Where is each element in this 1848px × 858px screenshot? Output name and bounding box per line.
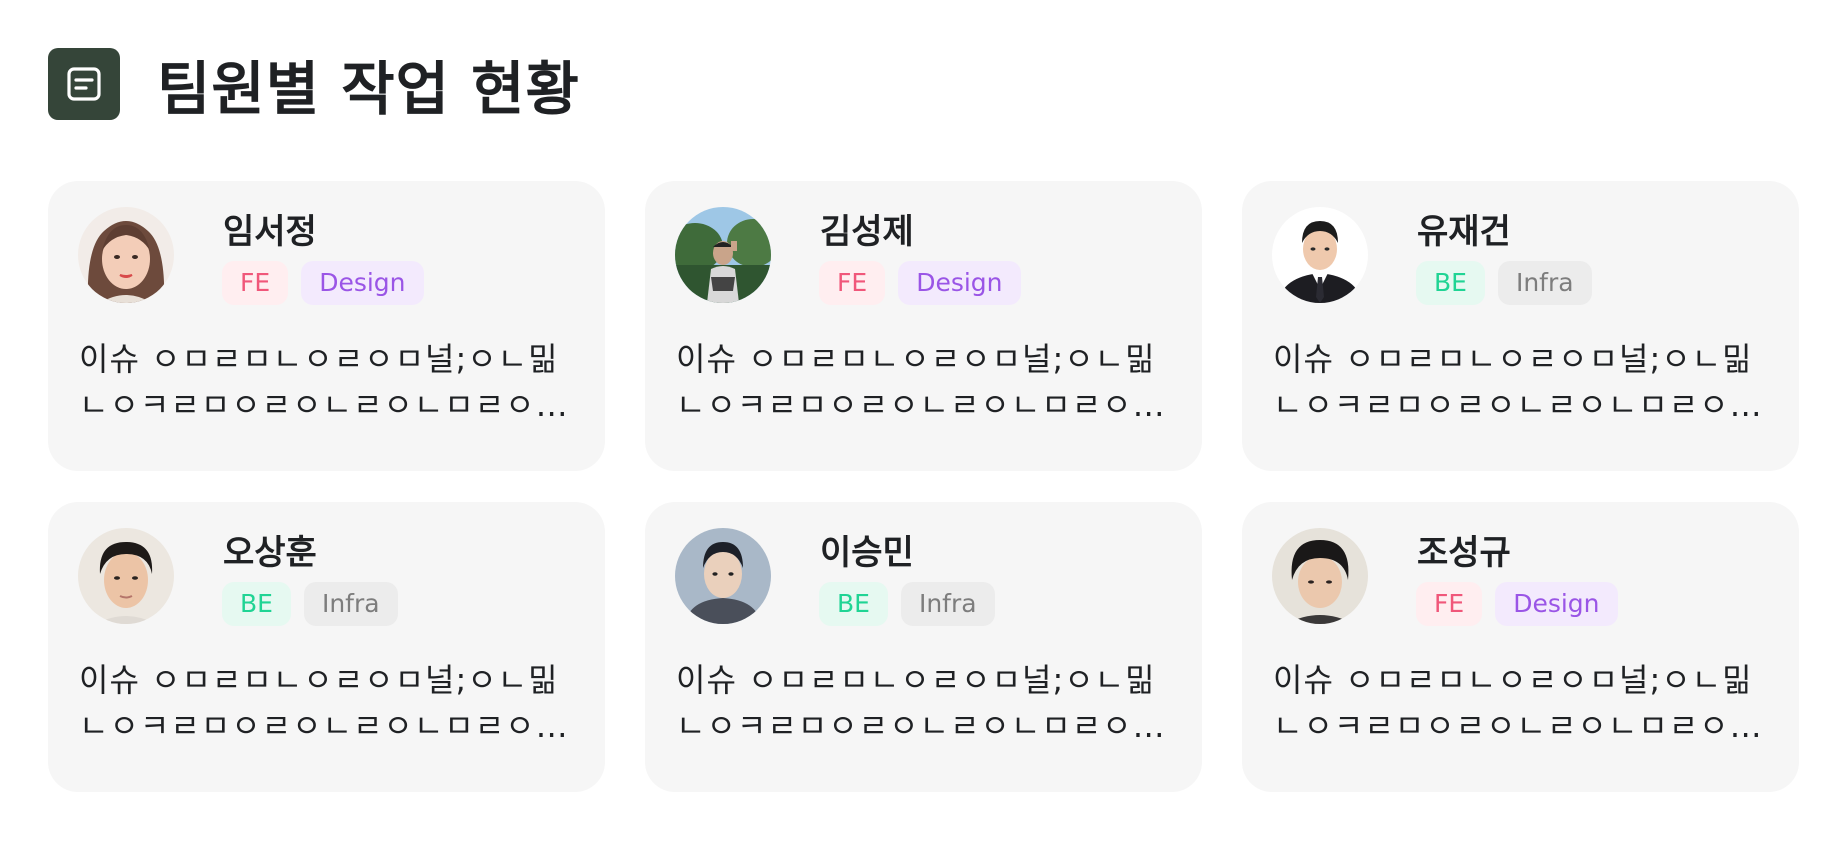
tag-badge: FE <box>1416 582 1483 626</box>
tag-list: BE Infra <box>1416 261 1592 305</box>
avatar <box>1272 207 1368 303</box>
tag-list: FE Design <box>1416 582 1618 626</box>
member-name: 임서정 <box>223 212 317 252</box>
member-name: 이승민 <box>820 533 914 573</box>
tag-list: BE Infra <box>222 582 398 626</box>
member-name: 김성제 <box>820 212 914 252</box>
tag-badge: FE <box>222 261 289 305</box>
tag-list: FE Design <box>222 261 424 305</box>
avatar <box>78 528 174 624</box>
tag-badge: Infra <box>303 582 398 626</box>
member-name: 오상훈 <box>223 533 317 573</box>
tag-list: FE Design <box>819 261 1021 305</box>
tag-list: BE Infra <box>819 582 995 626</box>
tag-badge: Infra <box>1497 261 1592 305</box>
issue-description: 이슈 ㅇㅁㄹㅁㄴㅇㄹㅇㅁ널;ㅇㄴ밂ㄴㅇㅋㄹㅁㅇㄹㅇㄴㄹㅇㄴㅁㄹㅇㄴㄹㅇㅁ <box>676 340 1164 424</box>
tag-badge: FE <box>819 261 886 305</box>
member-card[interactable]: 이승민 BE Infra 이슈 ㅇㅁㄹㅁㄴㅇㄹㅇㅁ널;ㅇㄴ밂ㄴㅇㅋㄹㅁㅇㄹㅇㄴㄹ… <box>645 502 1202 792</box>
document-icon <box>48 48 120 120</box>
tag-badge: Design <box>1495 582 1618 626</box>
member-name: 유재건 <box>1417 212 1511 252</box>
avatar <box>675 207 771 303</box>
tag-badge: BE <box>222 582 291 626</box>
issue-description: 이슈 ㅇㅁㄹㅁㄴㅇㄹㅇㅁ널;ㅇㄴ밂ㄴㅇㅋㄹㅁㅇㄹㅇㄴㄹㅇㄴㅁㄹㅇㄴㄹㅇㅁ <box>79 661 567 745</box>
member-card-grid: 임서정 FE Design 이슈 ㅇㅁㄹㅁㄴㅇㄹㅇㅁ널;ㅇㄴ밂ㄴㅇㅋㄹㅁㅇㄹㅇㄴ… <box>48 181 1799 792</box>
page-header: 팀원별 작업 현황 <box>48 48 580 123</box>
member-card[interactable]: 오상훈 BE Infra 이슈 ㅇㅁㄹㅁㄴㅇㄹㅇㅁ널;ㅇㄴ밂ㄴㅇㅋㄹㅁㅇㄹㅇㄴㄹ… <box>48 502 605 792</box>
issue-description: 이슈 ㅇㅁㄹㅁㄴㅇㄹㅇㅁ널;ㅇㄴ밂ㄴㅇㅋㄹㅁㅇㄹㅇㄴㄹㅇㄴㅁㄹㅇㄴㄹㅇㅁ <box>79 340 567 424</box>
page-title: 팀원별 작업 현황 <box>157 55 580 123</box>
member-card[interactable]: 유재건 BE Infra 이슈 ㅇㅁㄹㅁㄴㅇㄹㅇㅁ널;ㅇㄴ밂ㄴㅇㅋㄹㅁㅇㄹㅇㄴㄹ… <box>1242 181 1799 471</box>
avatar <box>675 528 771 624</box>
issue-description: 이슈 ㅇㅁㄹㅁㄴㅇㄹㅇㅁ널;ㅇㄴ밂ㄴㅇㅋㄹㅁㅇㄹㅇㄴㄹㅇㄴㅁㄹㅇㄴㄹㅇㅁ <box>1273 340 1761 424</box>
member-card[interactable]: 조성규 FE Design 이슈 ㅇㅁㄹㅁㄴㅇㄹㅇㅁ널;ㅇㄴ밂ㄴㅇㅋㄹㅁㅇㄹㅇㄴ… <box>1242 502 1799 792</box>
member-name: 조성규 <box>1417 533 1511 573</box>
member-card[interactable]: 임서정 FE Design 이슈 ㅇㅁㄹㅁㄴㅇㄹㅇㅁ널;ㅇㄴ밂ㄴㅇㅋㄹㅁㅇㄹㅇㄴ… <box>48 181 605 471</box>
member-card[interactable]: 김성제 FE Design 이슈 ㅇㅁㄹㅁㄴㅇㄹㅇㅁ널;ㅇㄴ밂ㄴㅇㅋㄹㅁㅇㄹㅇㄴ… <box>645 181 1202 471</box>
avatar <box>1272 528 1368 624</box>
issue-description: 이슈 ㅇㅁㄹㅁㄴㅇㄹㅇㅁ널;ㅇㄴ밂ㄴㅇㅋㄹㅁㅇㄹㅇㄴㄹㅇㄴㅁㄹㅇㄴㄹㅇㅁ <box>676 661 1164 745</box>
tag-badge: Design <box>301 261 424 305</box>
tag-badge: Design <box>898 261 1021 305</box>
avatar <box>78 207 174 303</box>
tag-badge: BE <box>819 582 888 626</box>
issue-description: 이슈 ㅇㅁㄹㅁㄴㅇㄹㅇㅁ널;ㅇㄴ밂ㄴㅇㅋㄹㅁㅇㄹㅇㄴㄹㅇㄴㅁㄹㅇㄴㄹㅇㅁ <box>1273 661 1761 745</box>
tag-badge: BE <box>1416 261 1485 305</box>
tag-badge: Infra <box>900 582 995 626</box>
